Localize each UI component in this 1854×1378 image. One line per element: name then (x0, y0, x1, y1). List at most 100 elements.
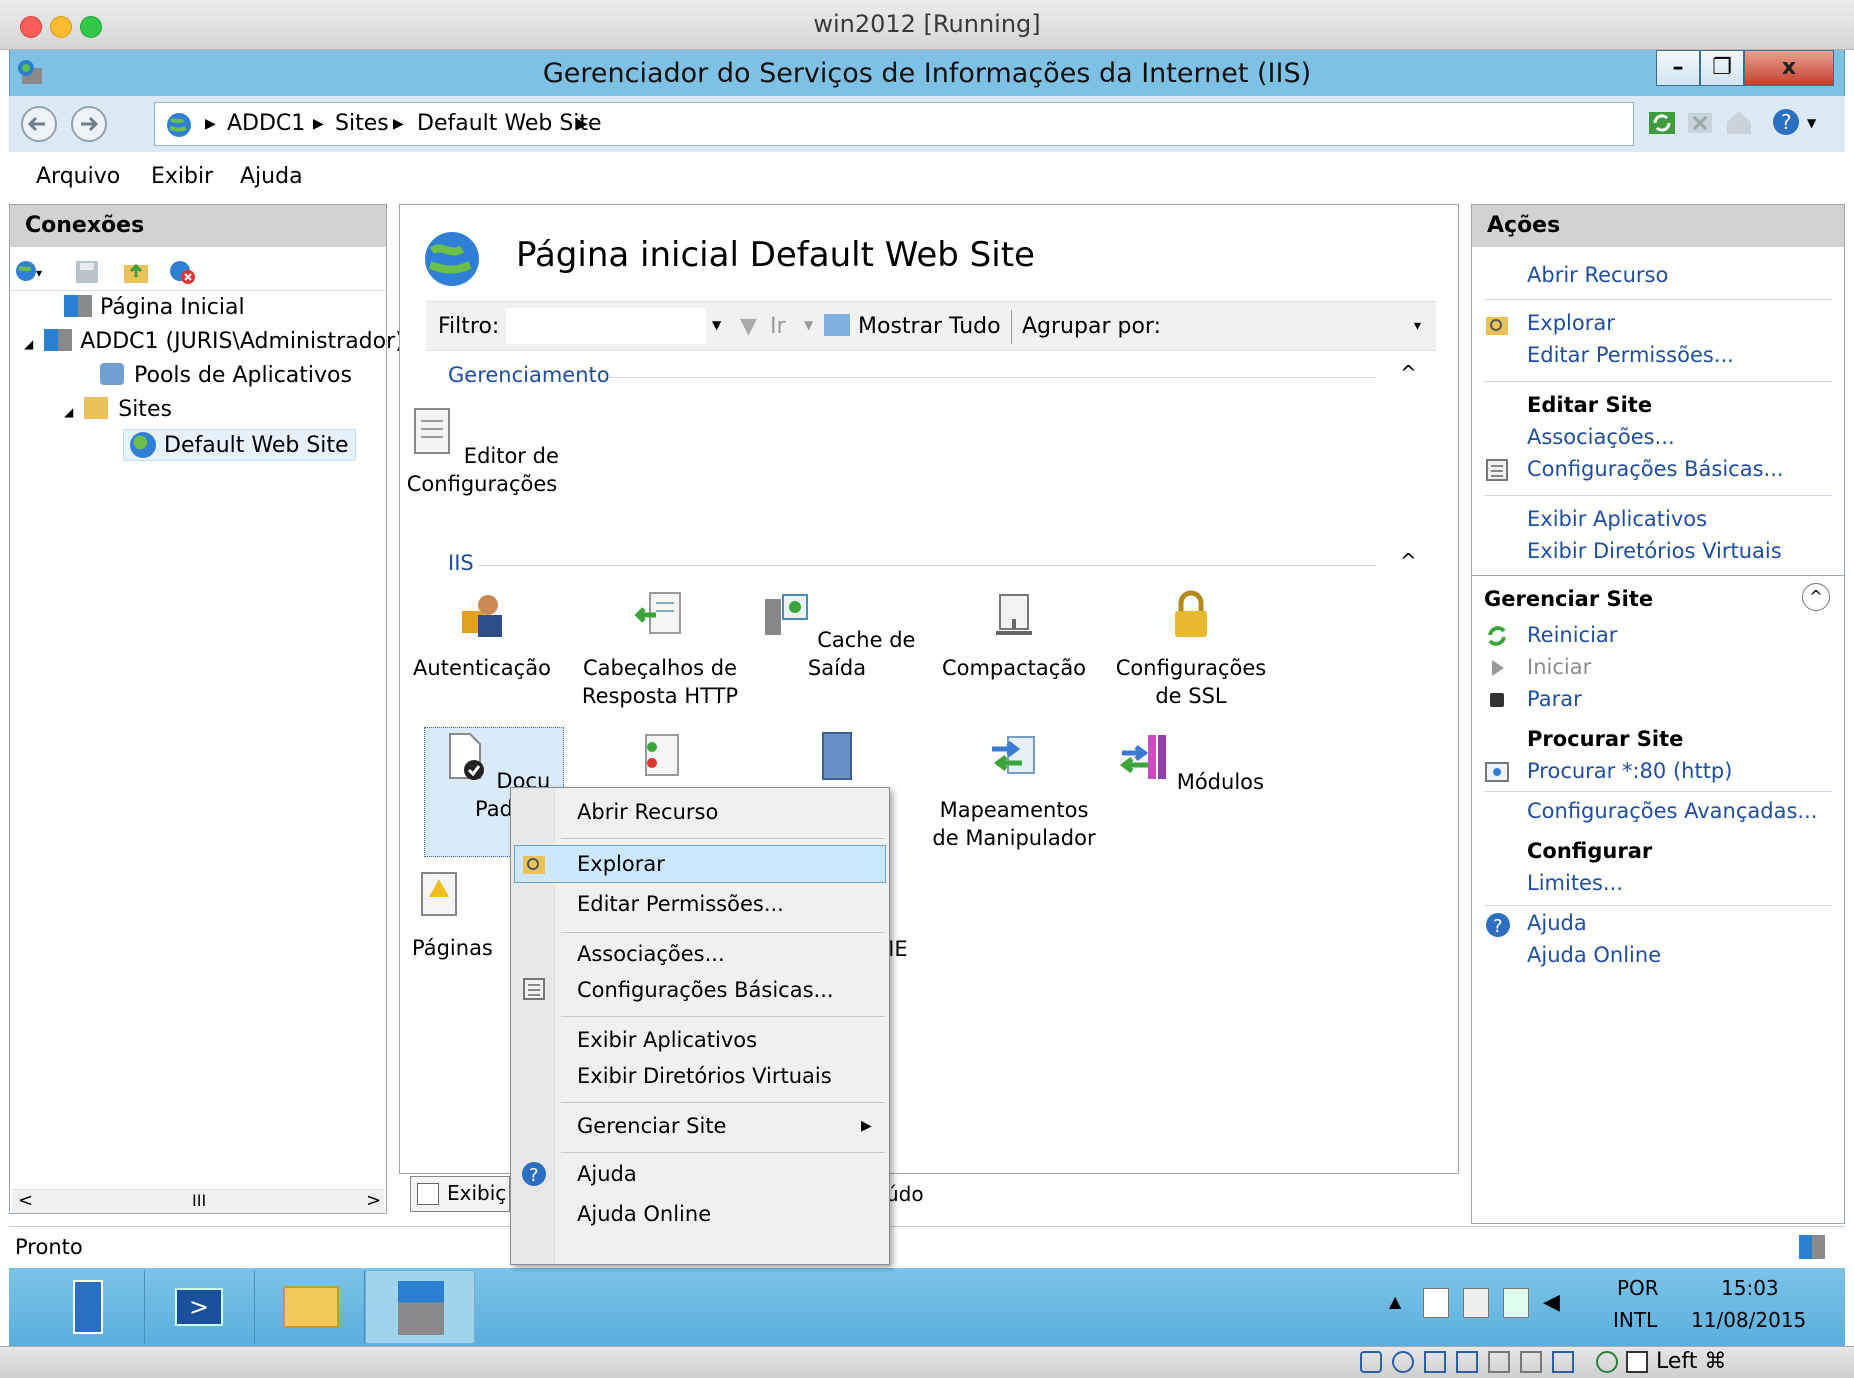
ctx-view-virtual-directories[interactable]: Exibir Diretórios Virtuais (577, 1064, 832, 1088)
close-button[interactable]: x (1744, 50, 1834, 86)
optical-drive-icon[interactable] (1392, 1351, 1414, 1373)
feature-modules[interactable]: Módulos (1106, 731, 1276, 796)
breadcrumb-addc1[interactable]: ADDC1 (227, 111, 305, 136)
taskbar-powershell[interactable]: > (145, 1270, 255, 1344)
taskbar-iis-manager[interactable] (365, 1270, 475, 1344)
ctx-bindings[interactable]: Associações... (577, 942, 725, 966)
folder-up-icon[interactable] (122, 257, 150, 285)
action-restart[interactable]: Reiniciar (1527, 623, 1617, 647)
forward-icon[interactable] (67, 104, 111, 144)
scroll-right-icon[interactable]: > (366, 1190, 381, 1211)
more-icon[interactable]: ▾ (1414, 318, 1421, 334)
feature-http-response-headers[interactable]: Cabeçalhos de Resposta HTTP (575, 589, 745, 710)
ctx-manage-site[interactable]: Gerenciar Site (577, 1114, 726, 1138)
filter-input[interactable] (506, 308, 706, 344)
hard-disk-icon[interactable] (1360, 1351, 1382, 1373)
feature-config-editor[interactable]: Editor de Configurações (397, 405, 567, 498)
tree-item-sites[interactable]: ◢ Sites (64, 397, 172, 422)
chevron-down-icon[interactable]: ▼ (1807, 116, 1816, 130)
save-icon[interactable] (74, 259, 100, 285)
breadcrumb[interactable]: ▶ ADDC1 ▶ Sites ▶ Default Web Site ▶ (154, 102, 1634, 146)
chevron-up-icon[interactable]: ^ (1400, 549, 1417, 573)
collapse-icon[interactable]: ◢ (64, 405, 73, 419)
guest-additions-icon[interactable] (1596, 1351, 1618, 1373)
collapse-icon[interactable]: ◢ (24, 337, 33, 351)
action-help[interactable]: Ajuda (1527, 911, 1587, 935)
ctx-explore-highlight[interactable] (514, 845, 886, 883)
language-line-2[interactable]: INTL (1613, 1308, 1657, 1332)
language-line-1[interactable]: POR (1617, 1276, 1659, 1300)
collapse-section-icon[interactable]: ^ (1802, 583, 1830, 611)
feature-authentication[interactable]: Autenticação (397, 589, 567, 682)
action-view-applications[interactable]: Exibir Aplicativos (1527, 507, 1707, 531)
minimize-button[interactable]: – (1656, 50, 1700, 86)
home-icon[interactable] (1723, 106, 1755, 138)
action-browse-port-80[interactable]: Procurar *:80 (http) (1527, 759, 1732, 783)
taskbar-server-manager[interactable] (35, 1270, 145, 1344)
action-view-virtual-directories[interactable]: Exibir Diretórios Virtuais (1527, 539, 1782, 563)
power-icon[interactable] (1463, 1288, 1489, 1318)
show-all-button[interactable]: Mostrar Tudo (858, 314, 1001, 339)
feature-error-pages[interactable]: Páginas (412, 869, 493, 962)
action-basic-settings[interactable]: Configurações Básicas... (1527, 457, 1784, 481)
ctx-help[interactable]: Ajuda (577, 1162, 637, 1186)
stop-icon[interactable] (1685, 108, 1715, 138)
scroll-grip[interactable]: III (192, 1191, 206, 1210)
tree-item-default-web-site[interactable]: Default Web Site (123, 429, 356, 461)
clock-time[interactable]: 15:03 (1721, 1276, 1779, 1300)
mouse-capture-icon[interactable] (1626, 1351, 1648, 1373)
restore-button[interactable]: ❐ (1700, 50, 1744, 86)
action-explore[interactable]: Explorar (1527, 311, 1615, 335)
action-center-icon[interactable] (1423, 1288, 1449, 1318)
feature-ssl-settings[interactable]: Configurações de SSL (1106, 589, 1276, 710)
usb-icon[interactable] (1424, 1351, 1446, 1373)
menu-exibir[interactable]: Exibir (151, 164, 213, 189)
action-advanced-settings[interactable]: Configurações Avançadas... (1527, 799, 1817, 823)
tree-item-app-pools[interactable]: Pools de Aplicativos (100, 363, 352, 388)
taskbar-file-explorer[interactable] (255, 1270, 365, 1344)
horizontal-scrollbar[interactable]: < III > (12, 1189, 384, 1213)
feature-handler-mappings[interactable]: Mapeamentos de Manipulador (929, 731, 1099, 852)
chevron-up-icon[interactable]: ^ (1400, 361, 1417, 385)
recording-icon[interactable] (1552, 1351, 1574, 1373)
chevron-down-icon[interactable]: ▼ (804, 318, 813, 332)
action-stop[interactable]: Parar (1527, 687, 1582, 711)
disconnect-icon[interactable] (168, 257, 198, 285)
menu-ajuda[interactable]: Ajuda (240, 164, 303, 189)
feature-compression[interactable]: Compactação (929, 589, 1099, 682)
content-view-tab[interactable]: údo (886, 1182, 924, 1206)
tree-item-start-page[interactable]: Página Inicial (64, 295, 245, 320)
ctx-explore[interactable]: Explorar (577, 852, 665, 876)
tree-item-addc1[interactable]: ◢ ADDC1 (JURIS\Administrador) (24, 329, 404, 354)
breadcrumb-default-web-site[interactable]: Default Web Site (417, 111, 602, 136)
ctx-edit-permissions[interactable]: Editar Permissões... (577, 892, 784, 916)
menu-arquivo[interactable]: Arquivo (36, 164, 120, 189)
ctx-view-applications[interactable]: Exibir Aplicativos (577, 1028, 757, 1052)
ctx-online-help[interactable]: Ajuda Online (577, 1202, 711, 1226)
refresh-icon[interactable] (1647, 108, 1677, 138)
group-by-button[interactable]: Agrupar por: (1022, 314, 1161, 339)
display-icon[interactable] (1520, 1351, 1542, 1373)
volume-icon[interactable]: ◀ (1543, 1290, 1560, 1315)
feature-output-cache[interactable]: Cache de Saída (752, 589, 922, 682)
action-bindings[interactable]: Associações... (1527, 425, 1675, 449)
ctx-open-resource[interactable]: Abrir Recurso (577, 800, 718, 824)
go-button[interactable]: Ir (770, 314, 786, 339)
action-open-resource[interactable]: Abrir Recurso (1527, 263, 1668, 287)
breadcrumb-sites[interactable]: Sites (335, 111, 389, 136)
network-adapter-icon[interactable] (1456, 1351, 1478, 1373)
clock-date[interactable]: 11/08/2015 (1691, 1308, 1806, 1332)
help-dropdown-icon[interactable]: ? (1771, 106, 1805, 138)
back-icon[interactable] (17, 104, 61, 144)
scroll-left-icon[interactable]: < (18, 1190, 33, 1211)
connect-globe-icon[interactable]: ▾ (14, 257, 44, 285)
ctx-basic-settings[interactable]: Configurações Básicas... (577, 978, 834, 1002)
network-icon[interactable] (1503, 1288, 1529, 1318)
shared-folder-icon[interactable] (1488, 1351, 1510, 1373)
chevron-down-icon[interactable]: ▼ (712, 318, 721, 332)
features-view-tab[interactable]: Exibiç (410, 1176, 510, 1212)
action-limits[interactable]: Limites... (1527, 871, 1623, 895)
tray-expand-icon[interactable]: ▲ (1389, 1292, 1401, 1311)
action-online-help[interactable]: Ajuda Online (1527, 943, 1661, 967)
action-edit-permissions[interactable]: Editar Permissões... (1527, 343, 1734, 367)
